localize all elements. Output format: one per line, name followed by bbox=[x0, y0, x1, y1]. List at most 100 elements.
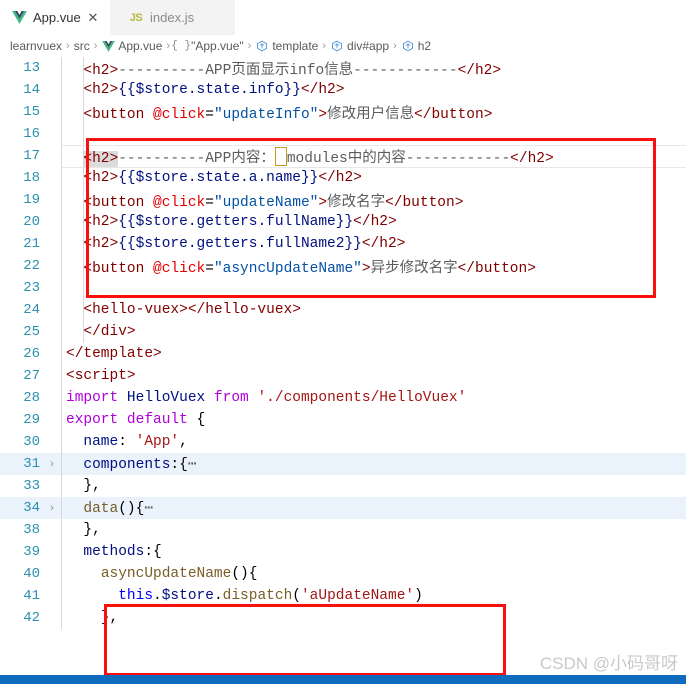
breadcrumb-separator: › bbox=[93, 40, 98, 52]
code-text: <h2>----------APP内容： modules中的内容---------… bbox=[60, 146, 686, 167]
code-token: ----------APP内容 bbox=[118, 150, 261, 167]
code-line[interactable]: 40 asyncUpdateName(){ bbox=[0, 563, 686, 585]
code-text: }, bbox=[60, 478, 686, 494]
line-number: 42 bbox=[23, 610, 40, 626]
code-token: . bbox=[153, 588, 162, 604]
code-line[interactable]: 14 <h2>{{$store.state.info}}</h2> bbox=[0, 79, 686, 101]
breadcrumb-item-div-app[interactable]: div#app bbox=[330, 39, 389, 53]
code-text: </div> bbox=[60, 324, 686, 340]
code-token: > bbox=[318, 106, 328, 123]
code-token: 修改名字 bbox=[327, 194, 386, 211]
code-line[interactable]: 23 bbox=[0, 277, 686, 299]
code-text: <h2>{{$store.state.a.name}}</h2> bbox=[60, 170, 686, 186]
code-text: this.$store.dispatch('aUpdateName') bbox=[60, 588, 686, 604]
breadcrumb-item-template[interactable]: template bbox=[255, 39, 318, 53]
breadcrumb-item-src[interactable]: src bbox=[74, 39, 90, 53]
code-token: 修改用户信息 bbox=[327, 106, 415, 123]
indent-guide bbox=[83, 57, 84, 343]
code-token: HelloVuex bbox=[126, 390, 206, 406]
code-line[interactable]: 20 <h2>{{$store.getters.fullName}}</h2> bbox=[0, 211, 686, 233]
code-line[interactable]: 22 <button @click="asyncUpdateName">异步修改… bbox=[0, 255, 686, 277]
code-token: modules中的内容------------ bbox=[286, 150, 511, 167]
code-token: "updateName" bbox=[213, 194, 319, 211]
code-line[interactable]: 28 import HelloVuex from './components/He… bbox=[0, 387, 686, 409]
breadcrumb-label: src bbox=[73, 39, 90, 53]
code-line[interactable]: 15 <button @click="updateInfo">修改用户信息</b… bbox=[0, 101, 686, 123]
code-line[interactable]: 19 <button @click="updateName">修改名字</but… bbox=[0, 189, 686, 211]
code-line[interactable]: 42 }, bbox=[0, 607, 686, 629]
breadcrumb-label: "App.vue" bbox=[191, 39, 244, 53]
code-token: <hello-vuex></hello-vuex> bbox=[83, 302, 301, 318]
breadcrumb-separator: › bbox=[322, 40, 327, 52]
breadcrumb-item-h2[interactable]: h2 bbox=[401, 39, 431, 53]
line-number: 13 bbox=[23, 60, 40, 76]
current-line-border bbox=[62, 167, 686, 168]
code-line[interactable]: 26 </template> bbox=[0, 343, 686, 365]
code-token: </h2> bbox=[361, 236, 406, 252]
line-number: 18 bbox=[23, 170, 40, 186]
line-number: 34 bbox=[23, 500, 40, 516]
code-token: name bbox=[83, 434, 119, 450]
braces-icon: { } bbox=[171, 40, 191, 52]
code-text: import HelloVuex from './components/Hell… bbox=[60, 390, 686, 406]
code-line[interactable]: 25 </div> bbox=[0, 321, 686, 343]
code-line[interactable]: 41 this.$store.dispatch('aUpdateName') bbox=[0, 585, 686, 607]
code-line[interactable]: 30 name: 'App', bbox=[0, 431, 686, 453]
close-icon[interactable]: ✕ bbox=[85, 10, 101, 26]
code-line[interactable]: 39 methods:{ bbox=[0, 541, 686, 563]
code-line[interactable]: 13 <h2>----------APP页面显示info信息----------… bbox=[0, 57, 686, 79]
line-number: 23 bbox=[23, 280, 40, 296]
code-line[interactable]: 16 bbox=[0, 123, 686, 145]
code-line[interactable]: 21 <h2>{{$store.getters.fullName2}}</h2> bbox=[0, 233, 686, 255]
code-token: asyncUpdateName bbox=[100, 566, 232, 582]
code-token: <h2> bbox=[83, 214, 119, 230]
code-line[interactable]: 38 }, bbox=[0, 519, 686, 541]
code-token: = bbox=[205, 194, 214, 211]
tab-app-vue[interactable]: App.vue ✕ bbox=[0, 0, 110, 35]
code-line[interactable]: 17 <h2>----------APP内容： modules中的内容------… bbox=[0, 145, 686, 167]
code-line[interactable]: 24 <hello-vuex></hello-vuex> bbox=[0, 299, 686, 321]
code-token: ) bbox=[414, 588, 423, 604]
breadcrumb-item-app-vue-symbol[interactable]: { } "App.vue" bbox=[171, 39, 244, 53]
code-line[interactable]: 31 › components:{⋯ bbox=[0, 453, 686, 475]
breadcrumb-item-learnvuex[interactable]: learnvuex bbox=[10, 39, 62, 53]
code-text: <h2>{{$store.getters.fullName}}</h2> bbox=[60, 214, 686, 230]
code-token: data bbox=[83, 500, 119, 517]
breadcrumb-item-app-vue[interactable]: App.vue bbox=[101, 39, 162, 53]
code-text: }, bbox=[60, 610, 686, 626]
code-text: <button @click="updateInfo">修改用户信息</butt… bbox=[60, 102, 686, 123]
code-token: :{ bbox=[144, 544, 162, 560]
code-line[interactable]: 29 export default { bbox=[0, 409, 686, 431]
code-token: </h2> bbox=[457, 62, 502, 79]
code-token: }, bbox=[83, 478, 101, 494]
code-token: export default bbox=[66, 412, 197, 428]
tab-label: index.js bbox=[150, 10, 195, 25]
code-line[interactable]: 33 }, bbox=[0, 475, 686, 497]
code-token: this bbox=[118, 588, 154, 604]
code-line[interactable]: 34 › data(){⋯ bbox=[0, 497, 686, 519]
editor-tab-bar: App.vue ✕ JS index.js bbox=[0, 0, 686, 35]
code-text: <h2>{{$store.state.info}}</h2> bbox=[60, 82, 686, 98]
tab-label: App.vue bbox=[33, 10, 81, 25]
fold-chevron-icon[interactable]: › bbox=[44, 502, 60, 514]
code-token: ⋯ bbox=[144, 500, 154, 517]
code-editor[interactable]: 13 <h2>----------APP页面显示info信息----------… bbox=[0, 57, 686, 684]
code-token: </div> bbox=[83, 324, 136, 340]
code-token: ----------APP页面显示info信息------------ bbox=[118, 62, 458, 79]
code-line[interactable]: 18 <h2>{{$store.state.a.name}}</h2> bbox=[0, 167, 686, 189]
fold-chevron-icon[interactable]: › bbox=[44, 458, 60, 470]
code-token: <h2> bbox=[83, 62, 119, 79]
symbol-field-icon bbox=[255, 39, 269, 53]
code-line[interactable]: 27 <script> bbox=[0, 365, 686, 387]
code-token: </template> bbox=[66, 346, 162, 362]
tab-index-js[interactable]: JS index.js bbox=[110, 0, 235, 35]
